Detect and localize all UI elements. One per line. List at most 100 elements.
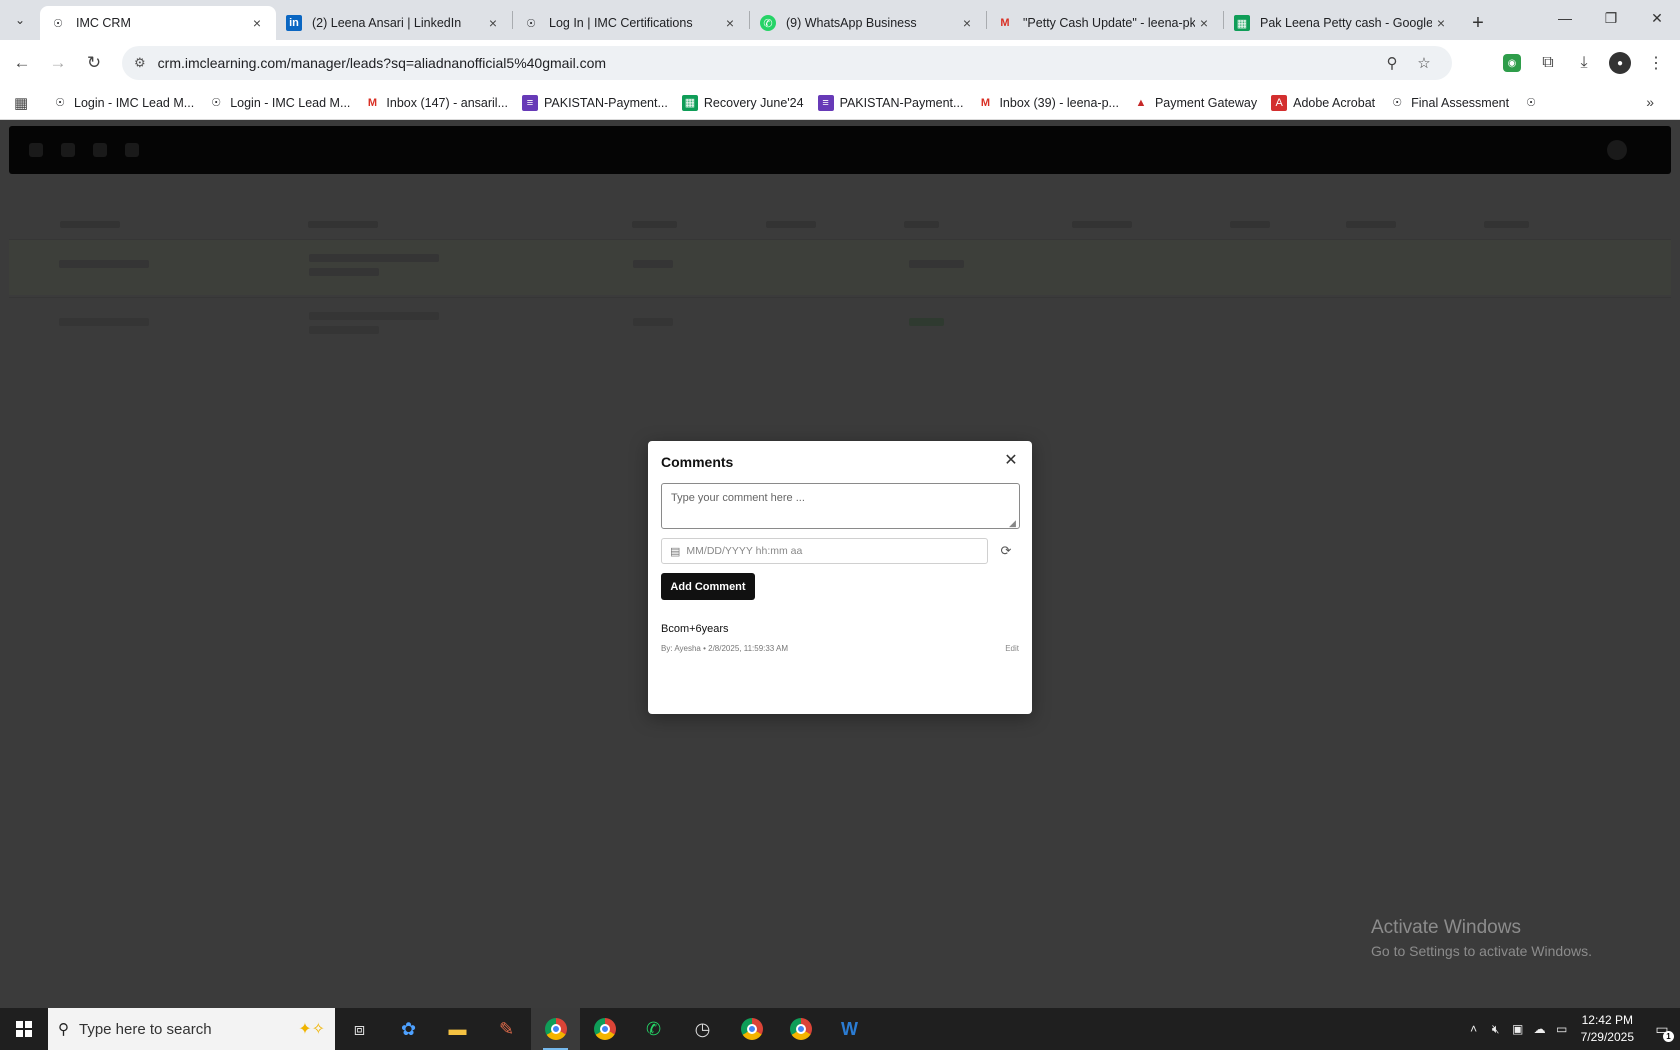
bookmark-item[interactable]: ≡ PAKISTAN-Payment... xyxy=(817,94,963,111)
extension-icon[interactable]: ◉ xyxy=(1503,54,1521,72)
close-icon[interactable]: × xyxy=(1195,15,1213,31)
chrome-taskbar-icon[interactable] xyxy=(580,1008,629,1050)
row-cell xyxy=(59,318,149,326)
close-icon[interactable]: ✕ xyxy=(1002,451,1020,469)
close-window-icon[interactable]: ✕ xyxy=(1634,0,1680,36)
bookmark-label: Final Assessment xyxy=(1411,95,1510,110)
close-icon[interactable]: × xyxy=(958,15,976,31)
comment-text: Bcom+6years xyxy=(661,623,729,635)
resize-handle-icon[interactable]: ◢ xyxy=(1009,518,1016,529)
bookmark-item[interactable]: ☉ Final Assessment xyxy=(1389,95,1509,111)
comment-input[interactable] xyxy=(661,483,1020,529)
file-explorer-icon[interactable]: ▬ xyxy=(433,1008,482,1050)
chevron-up-icon[interactable]: ˄ xyxy=(1463,1022,1485,1036)
bookmark-item[interactable]: ☉ xyxy=(1523,95,1545,111)
close-icon[interactable]: × xyxy=(721,15,739,31)
kebab-menu-icon[interactable]: ⋮ xyxy=(1638,46,1674,80)
download-icon[interactable]: ⤓ xyxy=(1566,46,1602,80)
clock-date: 7/29/2025 xyxy=(1580,1030,1634,1044)
more-bookmarks-icon[interactable]: » xyxy=(1646,94,1654,110)
bookmark-item[interactable]: A Adobe Acrobat xyxy=(1271,94,1375,111)
bookmark-item[interactable]: ≡ PAKISTAN-Payment... xyxy=(522,94,668,111)
start-button[interactable] xyxy=(0,1008,48,1050)
row-cell xyxy=(309,254,439,262)
bookmark-label: Recovery June'24 xyxy=(703,95,804,110)
bookmark-item[interactable]: M Inbox (147) - ansaril... xyxy=(364,95,508,111)
row-cell xyxy=(309,268,379,276)
column-header xyxy=(1484,221,1529,228)
onedrive-icon[interactable]: ☁ xyxy=(1529,1022,1551,1036)
reload-icon[interactable]: ↻ xyxy=(76,45,112,81)
tab-imc-crm[interactable]: ☉ IMC CRM × xyxy=(40,6,276,40)
volume-muted-icon[interactable]: 🔇︎ xyxy=(1485,1022,1507,1037)
close-icon[interactable]: × xyxy=(484,15,502,31)
tab-imc-certifications[interactable]: ☉ Log In | IMC Certifications × xyxy=(513,6,749,40)
notification-icon[interactable]: ▭ 1 xyxy=(1644,1021,1680,1042)
copilot-icon[interactable]: ✿ xyxy=(384,1008,433,1050)
taskbar-clock[interactable]: 12:42 PM 7/29/2025 xyxy=(1581,1012,1634,1046)
watermark-title: Activate Windows xyxy=(1371,917,1521,938)
minimize-icon[interactable]: — xyxy=(1542,0,1588,36)
imc-logo-icon: ☉ xyxy=(211,97,222,109)
chrome-icon xyxy=(544,1018,567,1040)
browser-toolbar: ← → ↻ ⚙ crm.imclearning.com/manager/lead… xyxy=(0,40,1680,86)
tab-title: (9) WhatsApp Business xyxy=(786,16,917,30)
new-tab-button[interactable]: + xyxy=(1460,6,1496,40)
gmail-icon: M xyxy=(1000,17,1010,29)
app-icon[interactable]: ✎ xyxy=(482,1008,531,1050)
whatsapp-icon: ✆ xyxy=(760,15,776,31)
zoom-icon[interactable]: ⚲ xyxy=(1376,54,1408,72)
gmail-icon: M xyxy=(367,96,377,109)
forward-icon[interactable]: → xyxy=(40,45,76,81)
bookmark-item[interactable]: ☉ Login - IMC Lead M... xyxy=(208,95,350,111)
chrome-taskbar-icon[interactable] xyxy=(531,1008,580,1050)
clock-app-icon[interactable]: ◷ xyxy=(678,1008,727,1050)
row-cell xyxy=(633,260,673,268)
windows-logo-icon xyxy=(16,1021,32,1037)
profile-avatar-icon[interactable]: ● xyxy=(1609,52,1631,74)
bookmark-item[interactable]: M Inbox (39) - leena-p... xyxy=(977,95,1119,111)
address-bar[interactable]: ⚙ crm.imclearning.com/manager/leads?sq=a… xyxy=(122,46,1452,80)
taskbar-search[interactable]: ⚲ Type here to search ✦✧ xyxy=(48,1008,335,1050)
restore-icon[interactable]: ❐ xyxy=(1588,0,1634,36)
bookmark-star-icon[interactable]: ☆ xyxy=(1408,54,1440,72)
edit-comment-link[interactable]: Edit xyxy=(1005,644,1019,653)
bookmark-item[interactable]: ▲ Payment Gateway xyxy=(1133,95,1258,111)
close-icon[interactable]: × xyxy=(1432,15,1450,31)
chrome-icon xyxy=(593,1018,616,1040)
bookmark-label: Payment Gateway xyxy=(1154,95,1258,110)
tab-title: "Petty Cash Update" - leena-pk xyxy=(1023,16,1195,30)
task-view-icon[interactable]: ⧈ xyxy=(335,1008,384,1050)
refresh-icon[interactable]: ⟳ xyxy=(997,542,1015,560)
close-icon[interactable]: × xyxy=(248,15,266,31)
network-icon[interactable]: ▭ xyxy=(1551,1022,1573,1036)
tab-linkedin[interactable]: in (2) Leena Ansari | LinkedIn × xyxy=(276,6,512,40)
back-icon[interactable]: ← xyxy=(4,45,40,81)
tab-gmail-petty-cash[interactable]: M "Petty Cash Update" - leena-pk × xyxy=(987,6,1223,40)
bookmark-item[interactable]: ☉ Login - IMC Lead M... xyxy=(52,95,194,111)
meet-now-icon[interactable]: ▣ xyxy=(1507,1022,1529,1036)
search-icon: ⚲ xyxy=(58,1021,69,1038)
google-sheets-icon: ▦ xyxy=(1234,15,1250,31)
google-forms-icon: ≡ xyxy=(817,94,834,111)
tab-whatsapp[interactable]: ✆ (9) WhatsApp Business × xyxy=(750,6,986,40)
site-settings-icon[interactable]: ⚙ xyxy=(134,55,146,71)
table-row xyxy=(9,239,1671,295)
chrome-taskbar-icon[interactable] xyxy=(727,1008,776,1050)
date-time-input[interactable] xyxy=(686,545,979,557)
apps-grid-icon[interactable]: ▦ xyxy=(14,94,38,112)
date-time-picker[interactable]: ▤ xyxy=(661,538,988,564)
tab-search-button[interactable]: ⌄ xyxy=(0,0,40,40)
windows-taskbar: ⚲ Type here to search ✦✧ ⧈ ✿ ▬ ✎ ✆ ◷ W ˄… xyxy=(0,1008,1680,1050)
tab-google-sheets[interactable]: ▦ Pak Leena Petty cash - Google × xyxy=(1224,6,1460,40)
add-comment-button[interactable]: Add Comment xyxy=(661,573,755,600)
imc-logo-icon: ☉ xyxy=(1526,97,1537,109)
whatsapp-taskbar-icon[interactable]: ✆ xyxy=(629,1008,678,1050)
extensions-puzzle-icon[interactable]: ⧉ xyxy=(1530,46,1566,80)
chrome-taskbar-icon[interactable] xyxy=(776,1008,825,1050)
bookmark-item[interactable]: ▦ Recovery June'24 xyxy=(681,94,804,111)
imc-logo-icon: ☉ xyxy=(526,17,536,30)
url-text[interactable]: crm.imclearning.com/manager/leads?sq=ali… xyxy=(158,55,1376,71)
nav-icon xyxy=(125,143,139,157)
word-icon[interactable]: W xyxy=(825,1008,874,1050)
